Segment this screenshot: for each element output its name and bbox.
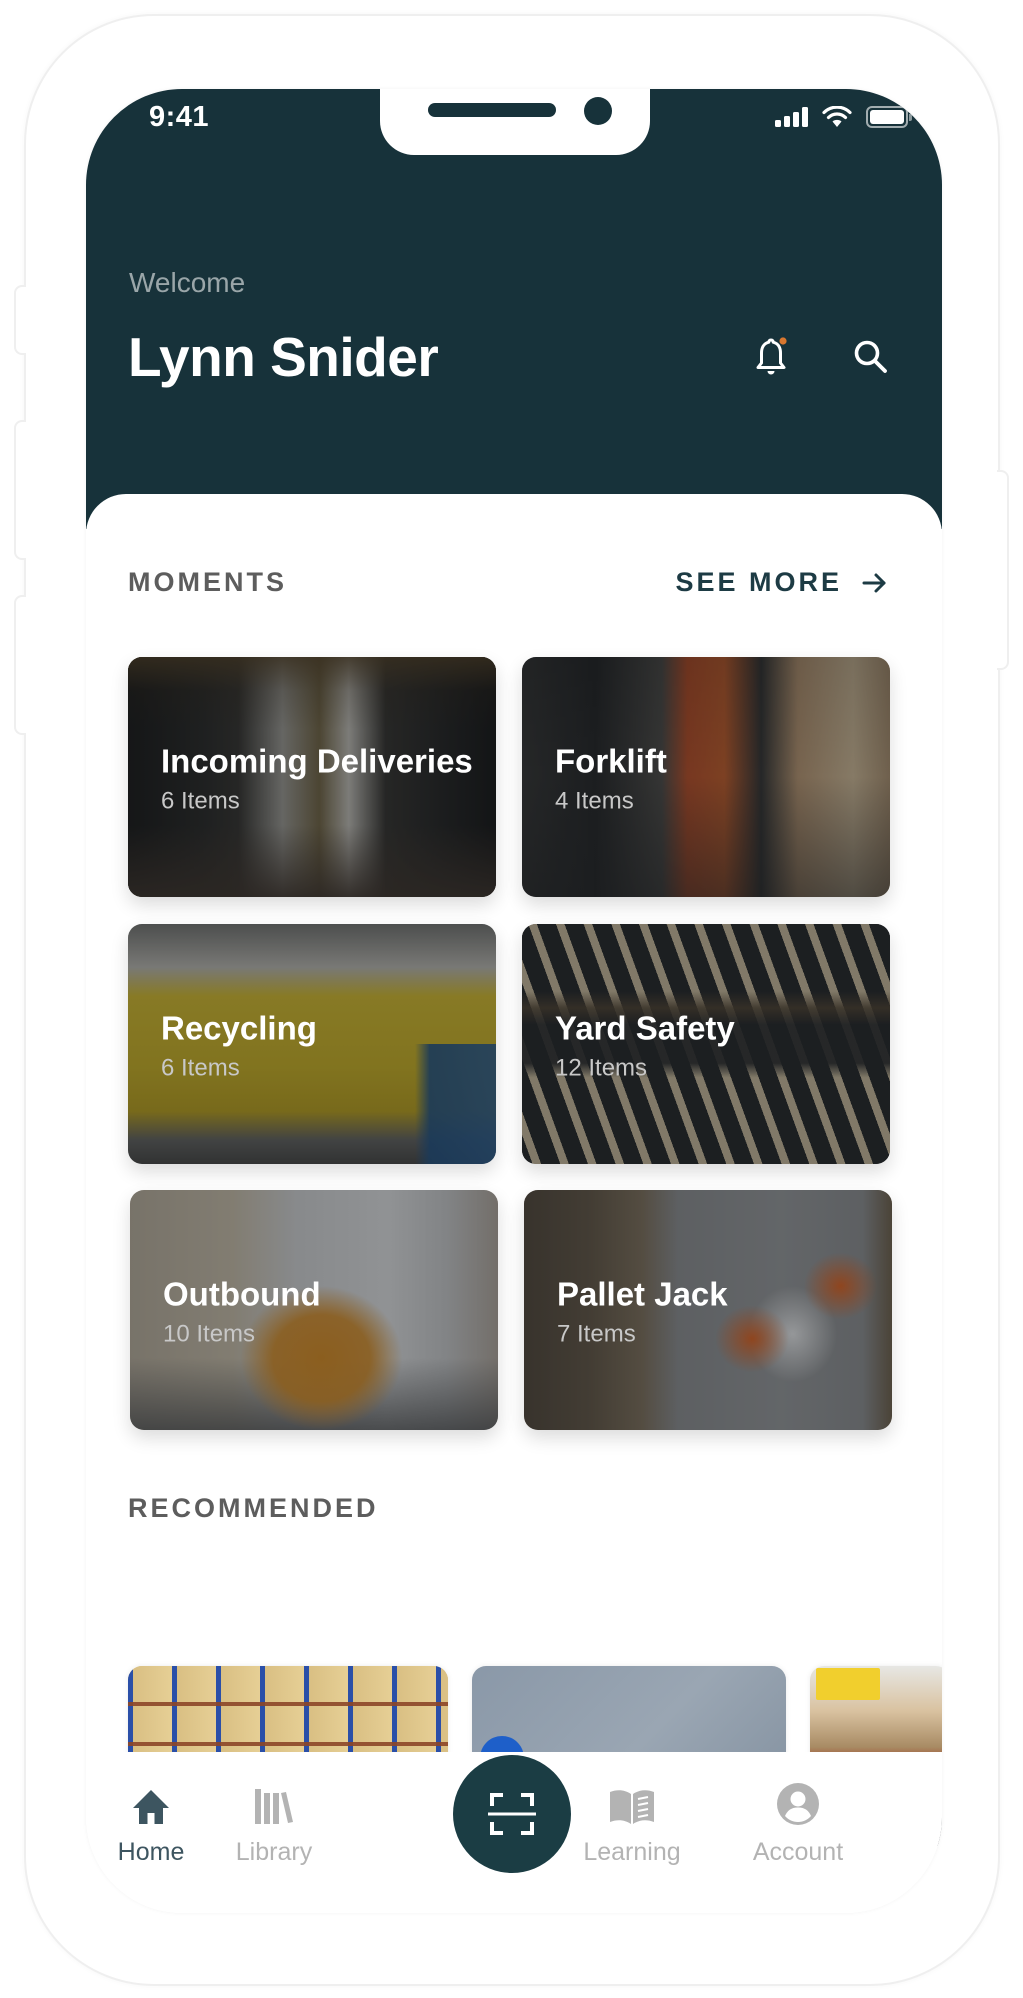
nav-home[interactable]: Home: [86, 1778, 216, 1867]
welcome-label: Welcome: [129, 267, 246, 298]
card-count: 10 Items: [163, 1320, 256, 1348]
nav-label: Home: [117, 1838, 185, 1866]
wifi-icon: [822, 106, 852, 127]
open-book-icon: [610, 1790, 654, 1824]
moment-card[interactable]: Recycling 6 Items: [128, 924, 496, 1164]
moment-card[interactable]: Incoming Deliveries 6 Items: [128, 657, 496, 897]
power-button: [997, 470, 1009, 670]
device-notch: [380, 89, 650, 155]
recommended-heading: RECOMMENDED: [128, 1493, 379, 1523]
cellular-signal-icon: [775, 107, 808, 127]
volume-up-button: [14, 420, 26, 560]
home-icon: [133, 1790, 169, 1824]
nav-learning[interactable]: Learning: [567, 1778, 697, 1867]
card-count: 6 Items: [161, 787, 240, 815]
front-camera: [584, 97, 612, 125]
card-title: Forklift: [555, 742, 667, 780]
card-title: Pallet Jack: [557, 1275, 728, 1313]
nav-label: Learning: [583, 1838, 681, 1866]
search-icon: [854, 340, 887, 373]
scan-button[interactable]: [453, 1755, 571, 1873]
moment-card[interactable]: Forklift 4 Items: [522, 657, 890, 897]
moment-card[interactable]: Yard Safety 12 Items: [522, 924, 890, 1164]
moments-heading: MOMENTS: [128, 567, 287, 597]
nav-label: Account: [752, 1838, 844, 1866]
battery-icon: [866, 106, 912, 128]
mute-switch: [14, 285, 26, 355]
card-count: 12 Items: [555, 1054, 648, 1082]
notifications-button[interactable]: [741, 327, 801, 387]
user-name: Lynn Snider: [128, 326, 439, 388]
nav-label: Library: [235, 1838, 313, 1866]
notification-badge: [779, 337, 787, 345]
status-icons: [775, 106, 912, 128]
see-more-label: SEE MORE: [675, 567, 842, 597]
card-title: Incoming Deliveries: [161, 742, 473, 780]
card-count: 4 Items: [555, 787, 634, 815]
moment-card[interactable]: Outbound 10 Items: [130, 1190, 498, 1430]
library-icon: [255, 1789, 293, 1824]
card-count: 6 Items: [161, 1054, 240, 1082]
volume-down-button: [14, 595, 26, 735]
header-background: [86, 89, 942, 529]
scan-icon: [488, 1793, 536, 1835]
card-count: 7 Items: [557, 1320, 636, 1348]
arrow-right-icon: [862, 573, 886, 592]
see-more-link[interactable]: SEE MORE: [675, 567, 888, 598]
content-panel: MOMENTS SEE MORE Incoming Deliveries 6 I…: [86, 494, 942, 1913]
account-icon: [777, 1783, 819, 1825]
card-title: Outbound: [163, 1275, 321, 1313]
speaker-grille: [428, 103, 556, 117]
card-title: Yard Safety: [555, 1009, 735, 1047]
bell-icon: [756, 337, 787, 375]
card-title: Recycling: [161, 1009, 317, 1047]
app-screen: 9:41 Welcome Lynn Snider MOMENTS SEE MOR…: [86, 89, 942, 1913]
search-button[interactable]: [841, 327, 901, 387]
nav-account[interactable]: Account: [733, 1778, 863, 1867]
moment-card[interactable]: Pallet Jack 7 Items: [524, 1190, 892, 1430]
nav-library[interactable]: Library: [209, 1778, 339, 1867]
status-time: 9:41: [149, 101, 210, 133]
bottom-navigation: Home Library Learning Account: [86, 1752, 942, 1913]
